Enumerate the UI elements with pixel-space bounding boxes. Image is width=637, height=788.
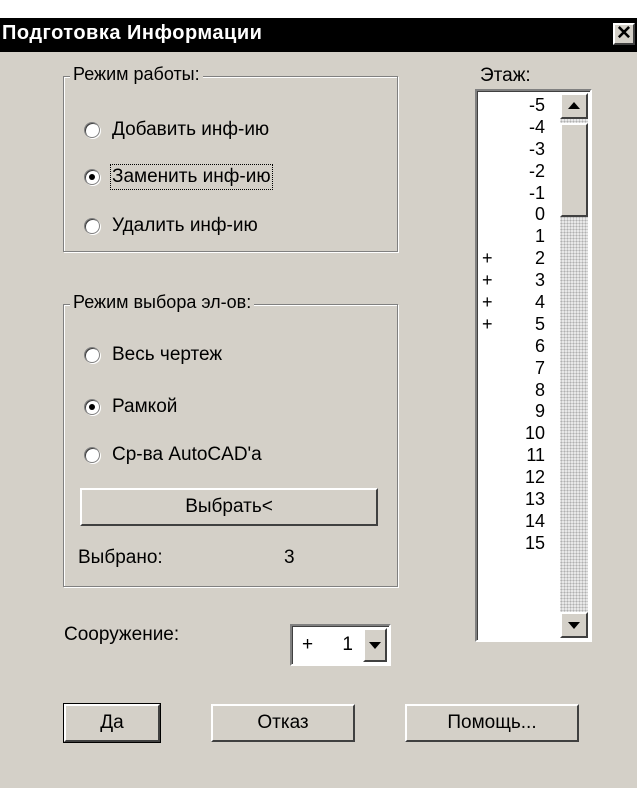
floor-list-item[interactable]: -5 [477, 95, 559, 117]
title-bar[interactable]: Подготовка Информации ✕ [0, 18, 637, 52]
floor-item-value: -1 [528, 182, 545, 203]
radio-replace-info[interactable]: Заменить инф-ию [84, 164, 273, 190]
floor-item-value: 10 [524, 423, 545, 444]
floor-item-value: -4 [528, 116, 545, 137]
floor-item-value: 4 [534, 292, 545, 313]
floor-list-item[interactable]: 15 [477, 533, 559, 555]
floor-list-item[interactable]: 10 [477, 423, 559, 445]
radio-frame[interactable]: Рамкой [84, 394, 177, 420]
floor-list-item[interactable]: -1 [477, 183, 559, 205]
chevron-down-icon [369, 642, 381, 649]
radio-add-info[interactable]: Добавить инф-ию [84, 117, 269, 143]
radio-add-info-circle[interactable] [84, 122, 100, 138]
radio-delete-info-label: Удалить инф-ию [112, 215, 258, 236]
floor-list-item[interactable]: +2 [477, 248, 559, 270]
floor-item-value: 8 [534, 379, 545, 400]
structure-mark: + [302, 634, 314, 655]
floor-item-value: 12 [524, 467, 545, 488]
floor-list-item[interactable]: -4 [477, 117, 559, 139]
radio-add-info-label: Добавить инф-ию [112, 119, 270, 140]
floor-list-item[interactable]: 6 [477, 336, 559, 358]
structure-dropdown-button[interactable] [363, 628, 387, 662]
floor-item-value: 1 [534, 226, 545, 247]
floor-label: Этаж: [480, 65, 531, 86]
ok-button[interactable]: Да [63, 703, 161, 743]
scroll-down-button[interactable] [560, 612, 588, 638]
work-mode-label: Режим работы: [70, 64, 203, 85]
scroll-thumb[interactable] [560, 123, 588, 217]
floor-item-value: 14 [524, 510, 545, 531]
radio-autocad-tools-circle[interactable] [84, 447, 100, 463]
radio-replace-info-circle[interactable] [84, 169, 100, 185]
help-button[interactable]: Помощь... [405, 704, 579, 742]
floor-item-value: 5 [534, 313, 545, 334]
selected-label: Выбрано: [78, 547, 163, 568]
radio-replace-info-label: Заменить инф-ию [110, 164, 273, 190]
floor-item-mark: + [482, 270, 493, 291]
floor-item-value: 6 [534, 335, 545, 356]
scroll-up-button[interactable] [560, 93, 588, 119]
floor-list-item[interactable]: +3 [477, 270, 559, 292]
radio-delete-info-circle[interactable] [84, 218, 100, 234]
floor-item-mark: + [482, 292, 493, 313]
floor-list-item[interactable]: 11 [477, 445, 559, 467]
floor-item-value: 3 [534, 270, 545, 291]
floor-list-item[interactable]: -2 [477, 161, 559, 183]
floor-item-value: 15 [524, 532, 545, 553]
radio-delete-info[interactable]: Удалить инф-ию [84, 213, 258, 239]
floor-list-item[interactable]: 12 [477, 467, 559, 489]
radio-whole-drawing[interactable]: Весь чертеж [84, 342, 222, 368]
structure-combo[interactable]: + 1 [290, 624, 391, 666]
floor-item-value: 11 [526, 445, 545, 466]
floor-list-item[interactable]: 0 [477, 204, 559, 226]
close-button[interactable]: ✕ [613, 23, 635, 45]
floor-list-item[interactable]: 8 [477, 380, 559, 402]
arrow-down-icon [568, 622, 580, 629]
floor-item-value: 7 [534, 357, 545, 378]
floor-list-item[interactable]: 7 [477, 358, 559, 380]
floor-item-value: 9 [534, 401, 545, 422]
floor-list-item[interactable]: +4 [477, 292, 559, 314]
cancel-button[interactable]: Отказ [211, 704, 355, 742]
radio-frame-label: Рамкой [112, 396, 178, 417]
floor-item-value: -5 [528, 95, 545, 115]
select-mode-group: Режим выбора эл-ов: Весь чертеж Рамкой С… [63, 292, 398, 587]
structure-label: Сооружение: [64, 624, 180, 645]
floor-list-item[interactable]: 14 [477, 511, 559, 533]
radio-whole-drawing-label: Весь чертеж [112, 344, 223, 365]
floor-item-value: 13 [524, 489, 545, 510]
close-icon: ✕ [616, 23, 632, 44]
select-button[interactable]: Выбрать< [80, 488, 378, 526]
select-mode-label: Режим выбора эл-ов: [70, 292, 255, 313]
arrow-up-icon [568, 102, 580, 109]
floor-item-value: 0 [534, 204, 545, 225]
floor-items: -5 -4 -3 -2 -1 0 1 +2 +3 +4 +5 6 7 8 9 10 11 12 13 14 15 [477, 95, 559, 555]
floor-item-value: 2 [534, 248, 545, 269]
floor-list-item[interactable]: 9 [477, 401, 559, 423]
floor-list-item[interactable]: 1 [477, 226, 559, 248]
work-mode-group: Режим работы: Добавить инф-ию Заменить и… [63, 64, 398, 252]
selected-count: 3 [284, 547, 295, 568]
floor-item-value: -3 [528, 138, 545, 159]
floor-item-value: -2 [528, 160, 545, 181]
radio-frame-circle[interactable] [84, 399, 100, 415]
floor-item-mark: + [482, 313, 493, 334]
radio-autocad-tools[interactable]: Ср-ва AutoCAD'a [84, 442, 262, 468]
floor-list-item[interactable]: 13 [477, 489, 559, 511]
floor-item-mark: + [482, 248, 493, 269]
window-title: Подготовка Информации [2, 22, 263, 44]
floor-listbox[interactable]: -5 -4 -3 -2 -1 0 1 +2 +3 +4 +5 6 7 8 9 10 11 12 13 14 15 [475, 89, 592, 642]
floor-list-item[interactable]: +5 [477, 314, 559, 336]
radio-autocad-tools-label: Ср-ва AutoCAD'a [112, 444, 262, 465]
structure-value: 1 [342, 634, 353, 655]
radio-whole-drawing-circle[interactable] [84, 347, 100, 363]
floor-list-item[interactable]: -3 [477, 139, 559, 161]
floor-scrollbar[interactable] [560, 93, 588, 638]
